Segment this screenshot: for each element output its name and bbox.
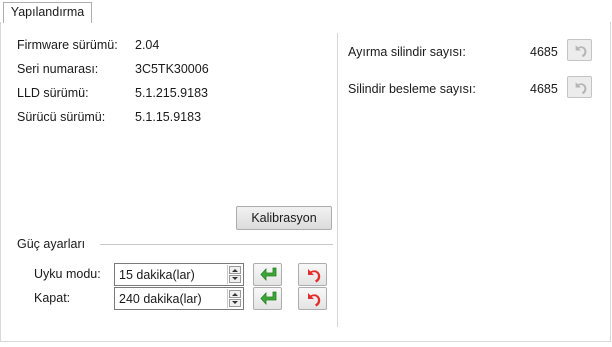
driver-label: Sürücü sürümü:	[17, 110, 106, 124]
off-apply-button[interactable]	[253, 287, 282, 310]
sleep-stepper-arrows[interactable]	[227, 265, 242, 284]
off-value: 240 dakika(lar)	[119, 292, 202, 306]
sleep-label: Uyku modu:	[34, 267, 101, 281]
panel-divider	[337, 33, 338, 327]
off-reset-button[interactable]	[298, 287, 327, 310]
sleep-down-arrow-icon[interactable]	[229, 275, 241, 283]
feed-roller-reset-button[interactable]	[567, 76, 592, 98]
lld-value: 5.1.215.9183	[135, 86, 208, 100]
off-up-arrow-icon[interactable]	[229, 290, 241, 298]
serial-label: Seri numarası:	[17, 62, 99, 76]
separation-roller-reset-button[interactable]	[567, 39, 592, 61]
apply-green-arrow-icon	[260, 267, 277, 282]
sleep-apply-button[interactable]	[253, 263, 282, 286]
feed-roller-value: 4685	[530, 82, 558, 96]
calibrate-button[interactable]: Kalibrasyon	[236, 206, 332, 230]
sleep-reset-button[interactable]	[298, 263, 327, 286]
lld-label: LLD sürümü:	[17, 86, 89, 100]
power-group-label: Güç ayarları	[17, 237, 86, 251]
reset-gray-undo-icon	[575, 45, 587, 58]
reset-red-undo-icon	[308, 269, 321, 283]
firmware-label: Firmware sürümü:	[17, 38, 118, 52]
feed-roller-label: Silindir besleme sayısı:	[348, 82, 476, 96]
firmware-value: 2.04	[135, 38, 160, 52]
off-label: Kapat:	[34, 291, 71, 305]
sleep-up-arrow-icon[interactable]	[229, 266, 241, 274]
off-down-arrow-icon[interactable]	[229, 299, 241, 307]
tab-configuration[interactable]: Yapılandırma	[3, 2, 92, 23]
sleep-value: 15 dakika(lar)	[119, 268, 195, 282]
serial-value: 3C5TK30006	[135, 62, 209, 76]
sleep-stepper[interactable]: 15 dakika(lar)	[114, 263, 244, 286]
reset-red-undo-icon	[308, 293, 321, 307]
power-group-divider	[100, 244, 333, 245]
reset-gray-undo-icon	[575, 82, 587, 95]
driver-value: 5.1.15.9183	[135, 110, 202, 124]
tab-strip: Yapılandırma	[0, 0, 612, 23]
separation-roller-value: 4685	[530, 45, 558, 59]
apply-green-arrow-icon	[260, 291, 277, 306]
off-stepper-arrows[interactable]	[227, 289, 242, 308]
off-stepper[interactable]: 240 dakika(lar)	[114, 287, 244, 310]
separation-roller-label: Ayırma silindir sayısı:	[348, 45, 466, 59]
